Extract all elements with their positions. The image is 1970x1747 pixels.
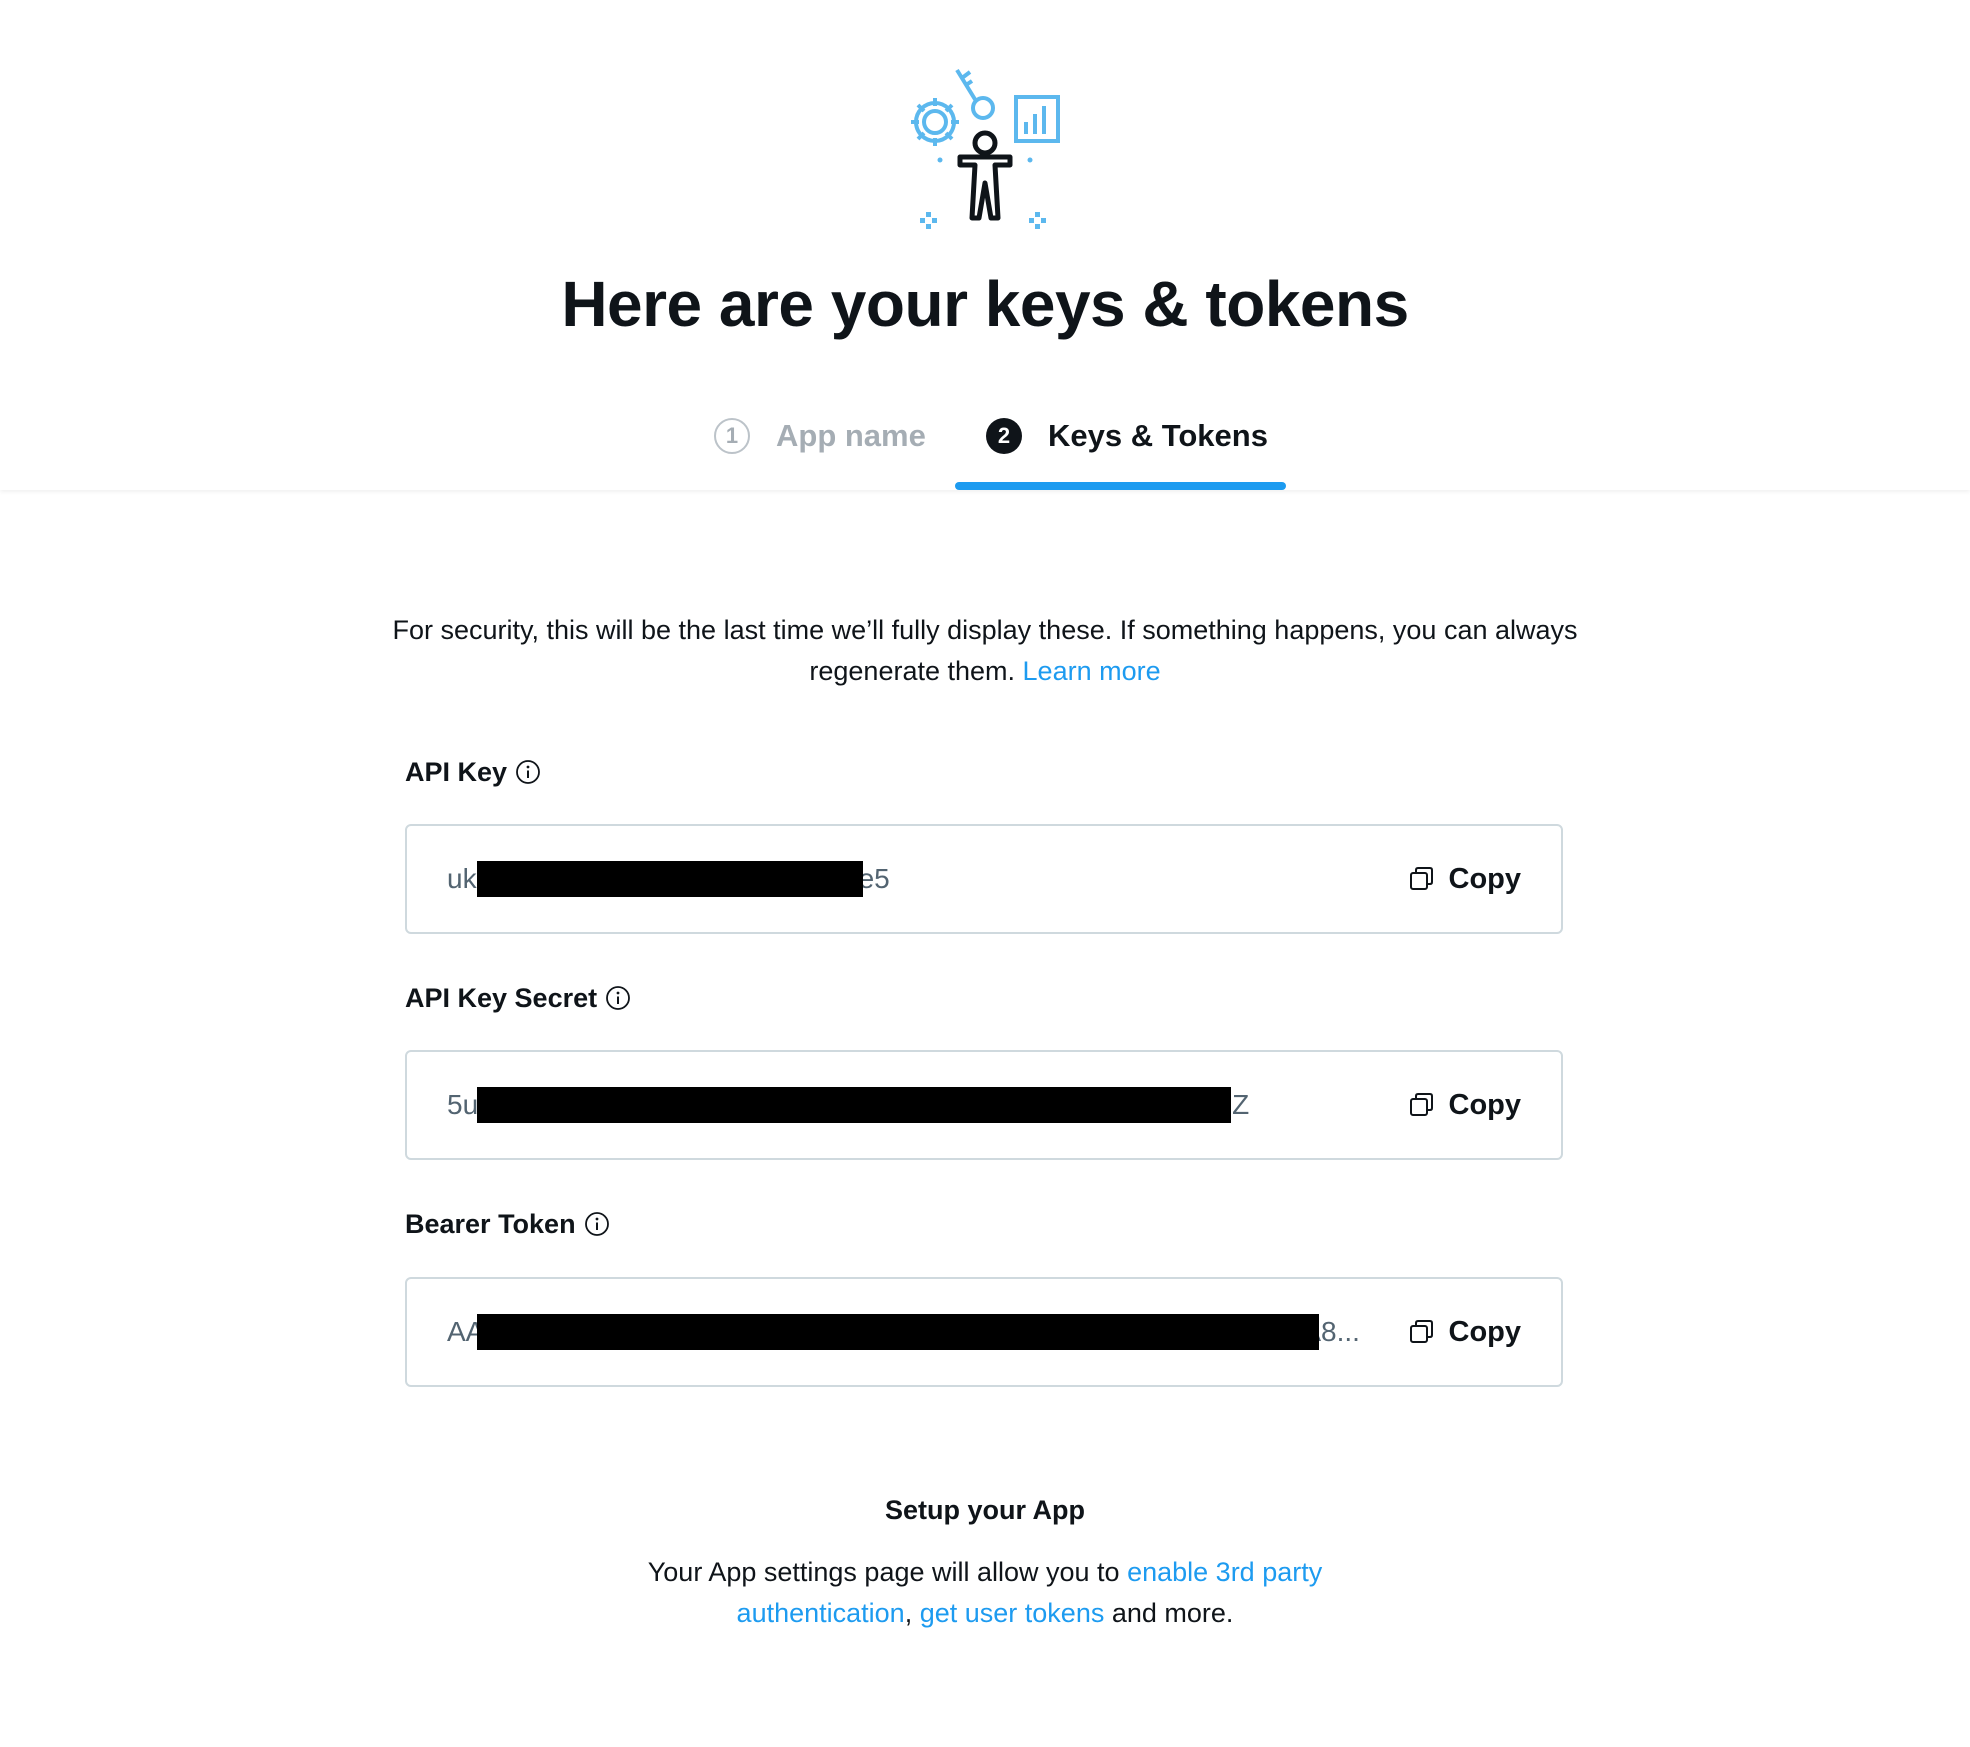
copy-label: Copy (1448, 1088, 1522, 1121)
step-number: 2 (986, 418, 1022, 454)
copy-api-key-button[interactable]: Copy (1409, 826, 1522, 932)
setup-title: Setup your App (885, 1495, 1085, 1525)
copy-bearer-token-button[interactable]: Copy (1409, 1279, 1522, 1385)
bar-chart-icon (1014, 95, 1060, 143)
field-label-text: API Key Secret (405, 982, 598, 1013)
bearer-token-field: AA A8... Copy (405, 1277, 1563, 1387)
gear-icon (911, 98, 959, 146)
copy-api-key-secret-button[interactable]: Copy (1409, 1052, 1522, 1158)
copy-icon (1409, 1320, 1433, 1343)
info-icon[interactable] (605, 985, 631, 1011)
step-label: App name (776, 418, 926, 453)
value-end: e5 (858, 863, 890, 894)
value-start: 5u (447, 1089, 479, 1120)
key-icon (955, 68, 995, 120)
developer-illustration-icon (911, 68, 1060, 229)
api-key-label: API Key (405, 752, 541, 792)
redaction-bar (477, 1087, 1231, 1123)
active-step-indicator (955, 482, 1286, 490)
setup-text-before: Your App settings page will allow you to (647, 1557, 1120, 1587)
get-user-tokens-link[interactable]: get user tokens (920, 1598, 1105, 1628)
copy-icon (1409, 867, 1433, 890)
value-end: Z (1232, 1089, 1250, 1120)
step-keys-tokens[interactable]: 2 Keys & Tokens (986, 414, 1268, 458)
api-key-field: uk e5 Copy (405, 824, 1563, 934)
field-label-text: Bearer Token (405, 1208, 576, 1239)
step-number: 1 (714, 418, 750, 454)
api-key-secret-label: API Key Secret (405, 978, 631, 1018)
step-app-name[interactable]: 1 App name (714, 414, 926, 458)
api-key-secret-field: 5u Z Copy (405, 1050, 1563, 1160)
info-icon[interactable] (515, 759, 541, 785)
redaction-bar (477, 1314, 1319, 1350)
setup-description: Your App settings page will allow you to… (620, 1552, 1350, 1634)
copy-label: Copy (1448, 1315, 1522, 1348)
redaction-bar (477, 861, 863, 897)
bearer-token-label: Bearer Token (405, 1204, 610, 1244)
value-start: uk (447, 863, 477, 894)
field-label-text: API Key (405, 756, 508, 787)
notice-text: For security, this will be the last time… (392, 615, 1578, 686)
step-label: Keys & Tokens (1048, 418, 1268, 453)
copy-icon (1409, 1093, 1433, 1116)
learn-more-link[interactable]: Learn more (1023, 656, 1161, 686)
setup-text-after: and more. (1111, 1598, 1234, 1628)
copy-label: Copy (1448, 862, 1522, 895)
info-icon[interactable] (584, 1211, 610, 1237)
setup-separator: , (904, 1598, 913, 1628)
person-icon (957, 130, 1013, 221)
header: Here are your keys & tokens 1 App name 2… (0, 0, 1970, 490)
page-title: Here are your keys & tokens (561, 268, 1409, 340)
security-notice: For security, this will be the last time… (380, 610, 1590, 692)
